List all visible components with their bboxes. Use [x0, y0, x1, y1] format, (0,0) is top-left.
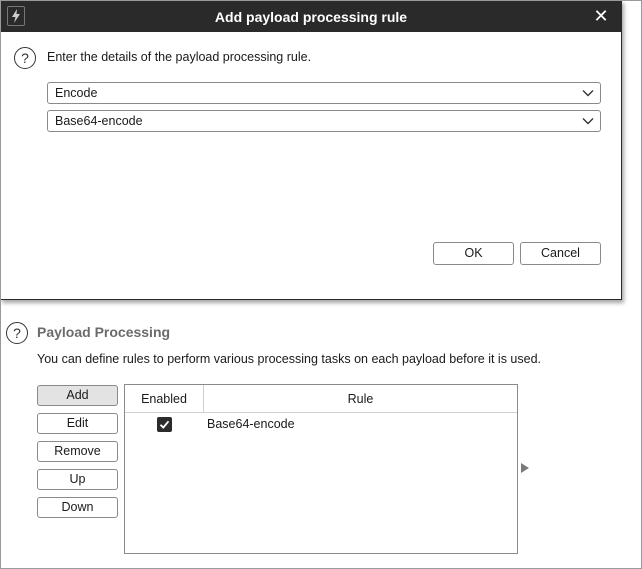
add-rule-dialog: Add payload processing rule ✕ ? Enter th… — [0, 0, 622, 300]
lightning-icon — [7, 6, 25, 26]
help-icon[interactable]: ? — [14, 47, 36, 69]
section-title: Payload Processing — [37, 324, 171, 340]
checkmark-icon — [159, 420, 170, 429]
help-icon[interactable]: ? — [6, 322, 28, 344]
rule-option-select[interactable]: Base64-encode — [47, 110, 601, 132]
edit-button[interactable]: Edit — [37, 413, 118, 434]
table-cell-rule: Base64-encode — [207, 417, 295, 431]
up-button[interactable]: Up — [37, 469, 118, 490]
rules-table[interactable]: Enabled Rule Base64-encode — [124, 384, 518, 554]
close-icon[interactable]: ✕ — [591, 6, 611, 26]
chevron-down-icon — [582, 118, 594, 125]
remove-button[interactable]: Remove — [37, 441, 118, 462]
table-row[interactable]: Base64-encode — [125, 413, 517, 435]
section-description: You can define rules to perform various … — [37, 352, 541, 366]
column-header-rule[interactable]: Rule — [204, 385, 517, 412]
dialog-titlebar[interactable]: Add payload processing rule ✕ — [1, 1, 621, 32]
down-button[interactable]: Down — [37, 497, 118, 518]
table-cell-enabled — [125, 416, 204, 432]
dialog-prompt: Enter the details of the payload process… — [47, 50, 312, 64]
select-value: Base64-encode — [55, 114, 143, 128]
triangle-right-icon[interactable] — [521, 463, 529, 473]
select-value: Encode — [55, 86, 98, 100]
enabled-checkbox[interactable] — [157, 416, 172, 432]
column-header-enabled[interactable]: Enabled — [125, 385, 204, 412]
cancel-button[interactable]: Cancel — [520, 242, 601, 265]
ok-button[interactable]: OK — [433, 242, 514, 265]
dialog-title: Add payload processing rule — [214, 8, 408, 25]
add-button[interactable]: Add — [37, 385, 118, 406]
chevron-down-icon — [582, 90, 594, 97]
rule-type-select[interactable]: Encode — [47, 82, 601, 104]
table-header: Enabled Rule — [125, 385, 517, 413]
